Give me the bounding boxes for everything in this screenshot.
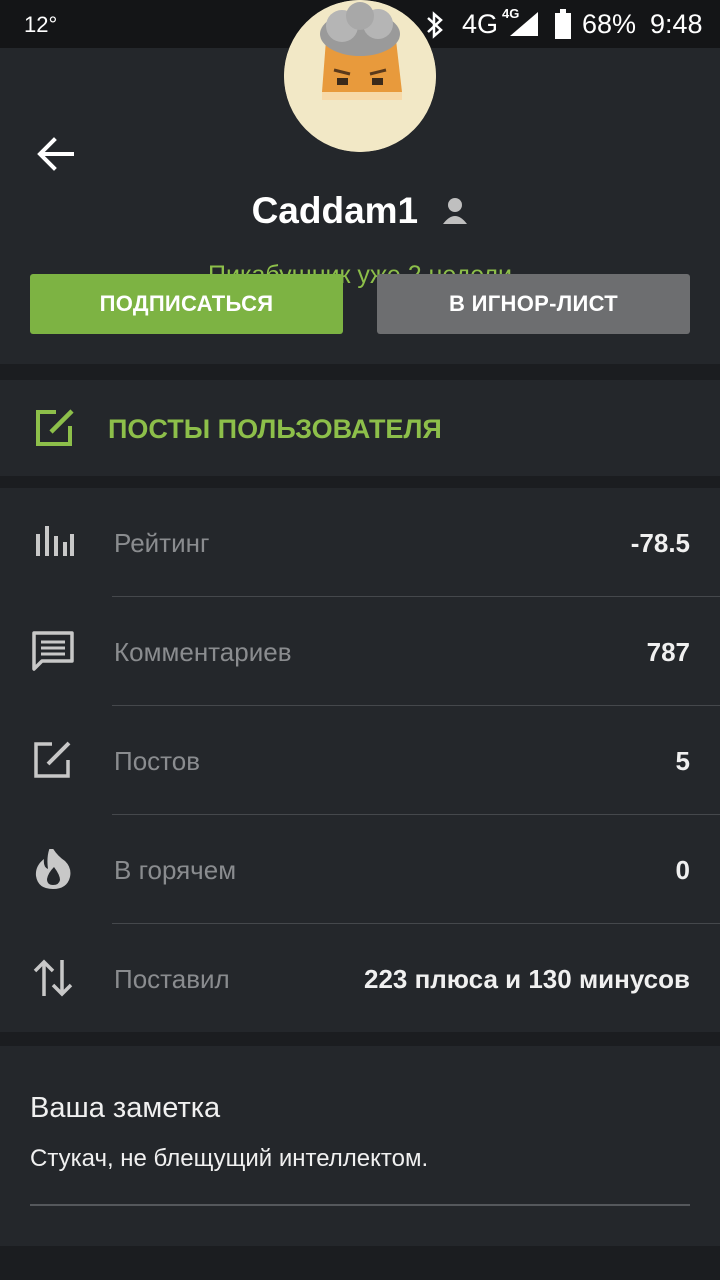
user-note[interactable]: Ваша заметка Стукач, не блещущий интелле… <box>0 1046 720 1246</box>
stat-label: Рейтинг <box>114 528 210 558</box>
note-underline <box>30 1204 690 1206</box>
temperature: 12° <box>24 12 58 37</box>
battery-icon <box>554 9 572 44</box>
stat-value: 5 <box>675 746 690 776</box>
edit-icon <box>30 740 76 780</box>
ignore-list-button[interactable]: В ИГНОР-ЛИСТ <box>377 274 690 334</box>
clock: 9:48 <box>650 9 703 39</box>
page-title: Caddam1 <box>0 190 720 234</box>
user-posts-label: ПОСТЫ ПОЛЬЗОВАТЕЛЯ <box>108 414 442 444</box>
stat-value: -78.5 <box>630 528 690 558</box>
stat-votes: Поставил 223 плюса и 130 минусов <box>0 924 720 1033</box>
username-label: Caddam1 <box>251 190 419 231</box>
profile-header: Caddam1 Пикабушник уже 2 недели ПОДПИСАТ… <box>0 0 720 364</box>
network-type: 4G <box>462 9 499 39</box>
subscribe-button[interactable]: ПОДПИСАТЬСЯ <box>30 274 343 334</box>
stats-list: Рейтинг -78.5 Комментариев 787 Постов 5 … <box>0 488 720 1032</box>
stat-hot: В горячем 0 <box>0 815 720 924</box>
avatar <box>284 0 436 152</box>
user-posts-link[interactable]: ПОСТЫ ПОЛЬЗОВАТЕЛЯ <box>0 380 720 476</box>
rating-bars-icon <box>30 522 76 562</box>
note-title: Ваша заметка <box>30 1092 221 1124</box>
stat-value: 223 плюса и 130 минусов <box>363 964 690 994</box>
user-icon <box>442 192 468 234</box>
stat-rating: Рейтинг -78.5 <box>0 488 720 597</box>
note-text[interactable]: Стукач, не блещущий интеллектом. <box>30 1145 428 1173</box>
stat-label: Постов <box>114 746 201 776</box>
stat-posts: Постов 5 <box>0 706 720 815</box>
battery-level: 68% <box>582 9 637 39</box>
stat-label: В горячем <box>114 855 237 885</box>
flame-icon <box>30 845 76 889</box>
up-down-arrows-icon <box>30 958 76 998</box>
back-button[interactable] <box>34 134 78 174</box>
stat-label: Комментариев <box>114 637 292 667</box>
arrow-back-icon <box>37 137 74 171</box>
signal-icon <box>508 10 540 43</box>
comment-icon <box>30 631 76 671</box>
stat-label: Поставил <box>114 964 230 994</box>
stat-comments: Комментариев 787 <box>0 597 720 706</box>
stat-value: 0 <box>675 855 690 885</box>
edit-icon <box>34 408 76 453</box>
stat-value: 787 <box>646 637 690 667</box>
